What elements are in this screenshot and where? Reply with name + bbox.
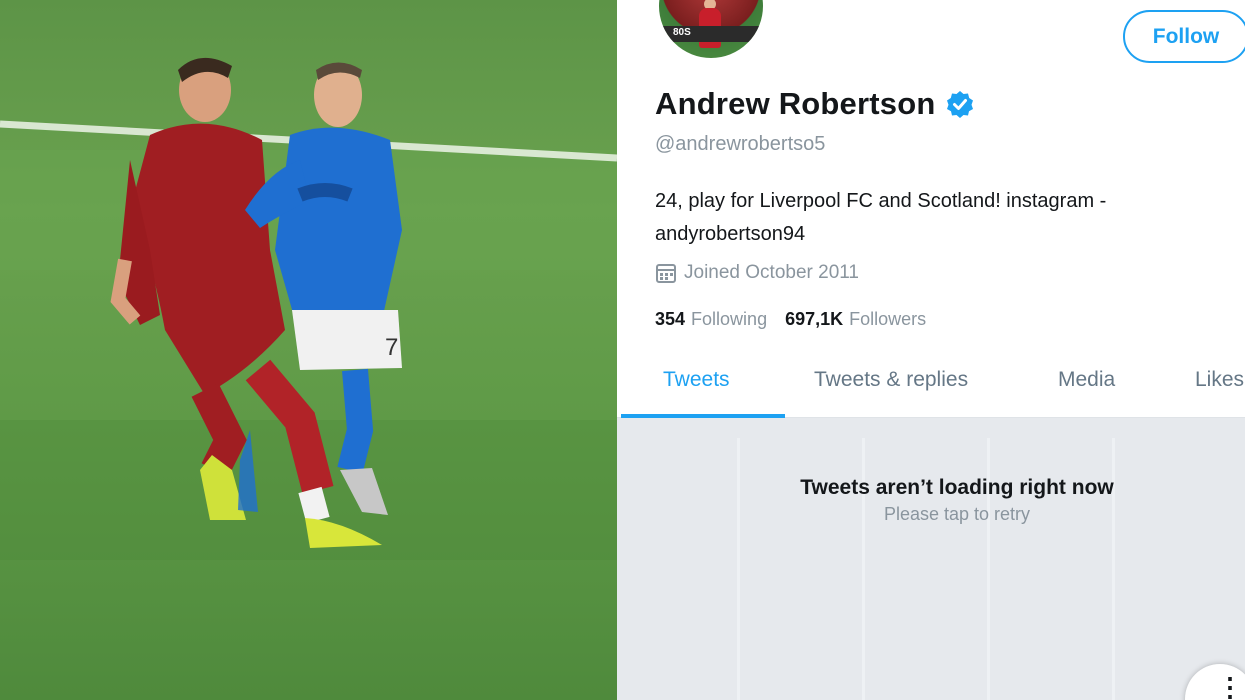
video-frame: 7 <box>0 0 617 700</box>
profile-handle: @andrewrobertso5 <box>655 133 826 155</box>
profile-bio: 24, play for Liverpool FC and Scotland! … <box>655 185 1235 251</box>
profile-avatar[interactable]: 80S <box>655 0 767 62</box>
tab-tweets-and-replies[interactable]: Tweets & replies <box>814 368 968 392</box>
joined-date-row: Joined October 2011 <box>655 262 859 284</box>
follow-button[interactable]: Follow <box>1123 10 1245 63</box>
calendar-icon <box>655 262 677 284</box>
avatar-ad-board: 80S <box>659 26 763 42</box>
follow-stats: 354 Following 697,1K Followers <box>655 309 926 330</box>
profile-tabs: Tweets Tweets & replies Media Likes <box>617 352 1245 418</box>
shirt-number: 7 <box>385 334 398 361</box>
profile-name: Andrew Robertson <box>655 86 936 121</box>
avatar-ad-text: 80S <box>673 27 691 38</box>
following-stat[interactable]: 354 Following <box>655 309 767 330</box>
twitter-profile-panel: 80S Follow Andrew Robertson @andrewrober… <box>617 0 1245 700</box>
tab-likes[interactable]: Likes <box>1195 368 1244 392</box>
retry-link[interactable]: Please tap to retry <box>617 504 1245 525</box>
bio-line: 24, play for Liverpool FC and Scotland! … <box>655 190 1107 212</box>
followers-count: 697,1K <box>785 309 844 329</box>
tweet-feed[interactable]: Tweets aren’t loading right now Please t… <box>617 418 1245 700</box>
football-scene-image: 7 <box>0 57 617 560</box>
tab-tweets[interactable]: Tweets <box>663 368 730 392</box>
following-count: 354 <box>655 309 686 329</box>
bio-line[interactable]: andyrobertson94 <box>655 218 1235 251</box>
feed-error-title: Tweets aren’t loading right now <box>800 476 1114 499</box>
followers-stat[interactable]: 697,1K Followers <box>785 309 926 330</box>
joined-date: Joined October 2011 <box>684 262 859 283</box>
profile-name-row: Andrew Robertson <box>655 86 974 122</box>
verified-badge-icon <box>946 90 974 118</box>
following-label: Following <box>691 309 768 329</box>
more-icon: ⋮ <box>1217 672 1243 700</box>
tab-media[interactable]: Media <box>1058 368 1115 392</box>
followers-label: Followers <box>849 309 927 329</box>
